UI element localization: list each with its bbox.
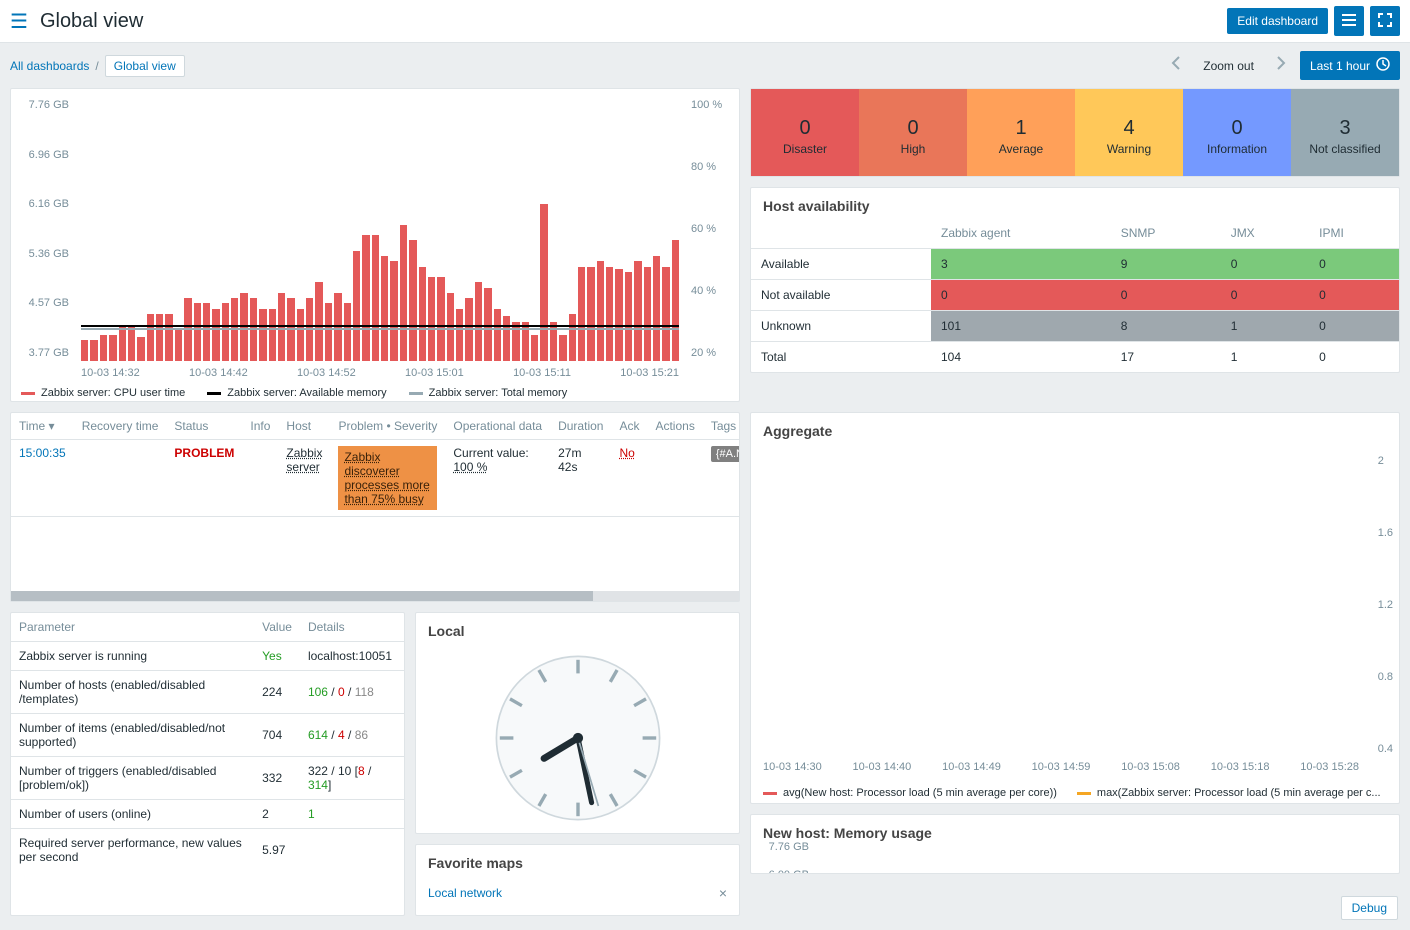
col-header[interactable]: Problem • Severity — [330, 413, 445, 440]
host-availability-table: Zabbix agentSNMPJMXIPMIAvailable3900Not … — [751, 218, 1399, 372]
severity-tile[interactable]: 0 Disaster — [751, 89, 859, 176]
local-clock-card: Local — [415, 612, 740, 834]
problems-card: Time ▾Recovery timeStatusInfoHostProblem… — [10, 412, 740, 602]
memory-usage-card: New host: Memory usage 7.76 GB6.00 GB — [750, 814, 1400, 874]
favorite-map-item: Local network × — [428, 883, 727, 903]
edit-dashboard-button[interactable]: Edit dashboard — [1227, 8, 1328, 34]
breadcrumb-sep: / — [95, 59, 98, 73]
severity-tile[interactable]: 0 Information — [1183, 89, 1291, 176]
h-scrollbar[interactable] — [11, 591, 739, 601]
aggregate-card: Aggregate 21.61.20.80.4 10-03 14:3010-03… — [750, 412, 1400, 804]
severity-label: Disaster — [755, 142, 855, 156]
table-row: Number of hosts (enabled/disabled /templ… — [11, 671, 404, 714]
status-table: ParameterValueDetails Zabbix server is r… — [11, 613, 404, 871]
severity-count: 1 — [971, 117, 1071, 140]
severity-count: 0 — [863, 117, 963, 140]
severity-tile[interactable]: 0 High — [859, 89, 967, 176]
table-row: Zabbix server is running Yes localhost:1… — [11, 642, 404, 671]
dashboard-list-button[interactable] — [1334, 6, 1364, 36]
time-next-button[interactable] — [1268, 52, 1294, 79]
col-header[interactable]: Tags — [703, 413, 739, 440]
favorite-map-link[interactable]: Local network — [428, 886, 502, 900]
chevron-right-icon — [1276, 56, 1286, 70]
time-nav: Zoom out Last 1 hour — [1163, 51, 1400, 80]
memory-usage-title: New host: Memory usage — [751, 815, 1399, 845]
problem-row[interactable]: 15:00:35 PROBLEM Zabbix server Zabbix di… — [11, 440, 739, 517]
time-prev-button[interactable] — [1163, 52, 1189, 79]
menu-icon[interactable]: ☰ — [10, 9, 28, 34]
top-chart-card: 7.76 GB6.96 GB6.16 GB5.36 GB4.57 GB3.77 … — [10, 88, 740, 402]
table-row: Number of users (online) 2 1 — [11, 800, 404, 829]
time-range-button[interactable]: Last 1 hour — [1300, 51, 1400, 80]
table-row: Required server performance, new values … — [11, 829, 404, 872]
severity-label: Not classified — [1295, 142, 1395, 156]
favorite-maps-title: Favorite maps — [416, 845, 739, 875]
col-header[interactable]: Recovery time — [74, 413, 167, 440]
clock-icon — [1376, 57, 1390, 74]
sub-bar: All dashboards / Global view Zoom out La… — [0, 43, 1410, 88]
severity-count: 0 — [755, 117, 855, 140]
col-header[interactable]: Actions — [647, 413, 702, 440]
status-card: ParameterValueDetails Zabbix server is r… — [10, 612, 405, 916]
severity-label: Information — [1187, 142, 1287, 156]
page-title: Global view — [40, 10, 1221, 33]
top-chart[interactable]: 7.76 GB6.96 GB6.16 GB5.36 GB4.57 GB3.77 … — [11, 89, 739, 401]
table-row: Not available0000 — [751, 280, 1399, 311]
severity-tiles: 0 Disaster 0 High 1 Average 4 Warning 0 … — [750, 88, 1400, 177]
col-header[interactable]: Ack — [611, 413, 647, 440]
col-header[interactable]: Status — [166, 413, 242, 440]
table-row: Number of triggers (enabled/disabled [pr… — [11, 757, 404, 800]
severity-tile[interactable]: 4 Warning — [1075, 89, 1183, 176]
close-icon[interactable]: × — [719, 885, 727, 901]
table-row: Total1041710 — [751, 342, 1399, 373]
severity-tile[interactable]: 3 Not classified — [1291, 89, 1399, 176]
col-header[interactable]: Operational data — [445, 413, 550, 440]
problems-table: Time ▾Recovery timeStatusInfoHostProblem… — [11, 413, 739, 517]
favorite-maps-card: Favorite maps Local network × — [415, 844, 740, 916]
top-bar: ☰ Global view Edit dashboard — [0, 0, 1410, 43]
analog-clock — [493, 653, 663, 823]
severity-tile[interactable]: 1 Average — [967, 89, 1075, 176]
aggregate-chart[interactable]: 21.61.20.80.4 10-03 14:3010-03 14:4010-0… — [751, 443, 1399, 803]
severity-count: 3 — [1295, 117, 1395, 140]
col-header[interactable]: Duration — [550, 413, 611, 440]
col-header[interactable]: Host — [278, 413, 330, 440]
debug-button[interactable]: Debug — [1341, 896, 1398, 920]
fullscreen-button[interactable] — [1370, 6, 1400, 36]
col-header[interactable]: Time ▾ — [11, 413, 74, 440]
fullscreen-icon — [1378, 13, 1392, 30]
severity-count: 4 — [1079, 117, 1179, 140]
zoom-out-button[interactable]: Zoom out — [1195, 55, 1262, 77]
host-availability-card: Host availability Zabbix agentSNMPJMXIPM… — [750, 187, 1400, 373]
table-row: Number of items (enabled/disabled/not su… — [11, 714, 404, 757]
time-range-label: Last 1 hour — [1310, 59, 1370, 73]
chevron-left-icon — [1171, 56, 1181, 70]
severity-label: High — [863, 142, 963, 156]
severity-label: Warning — [1079, 142, 1179, 156]
table-row: Available3900 — [751, 249, 1399, 280]
aggregate-title: Aggregate — [751, 413, 1399, 443]
table-row: Unknown101810 — [751, 311, 1399, 342]
severity-label: Average — [971, 142, 1071, 156]
host-availability-title: Host availability — [751, 188, 1399, 218]
col-header[interactable]: Info — [242, 413, 278, 440]
severity-count: 0 — [1187, 117, 1287, 140]
breadcrumb-all[interactable]: All dashboards — [10, 59, 89, 73]
breadcrumb-current[interactable]: Global view — [105, 55, 185, 77]
local-title: Local — [416, 613, 739, 643]
list-icon — [1342, 13, 1356, 30]
